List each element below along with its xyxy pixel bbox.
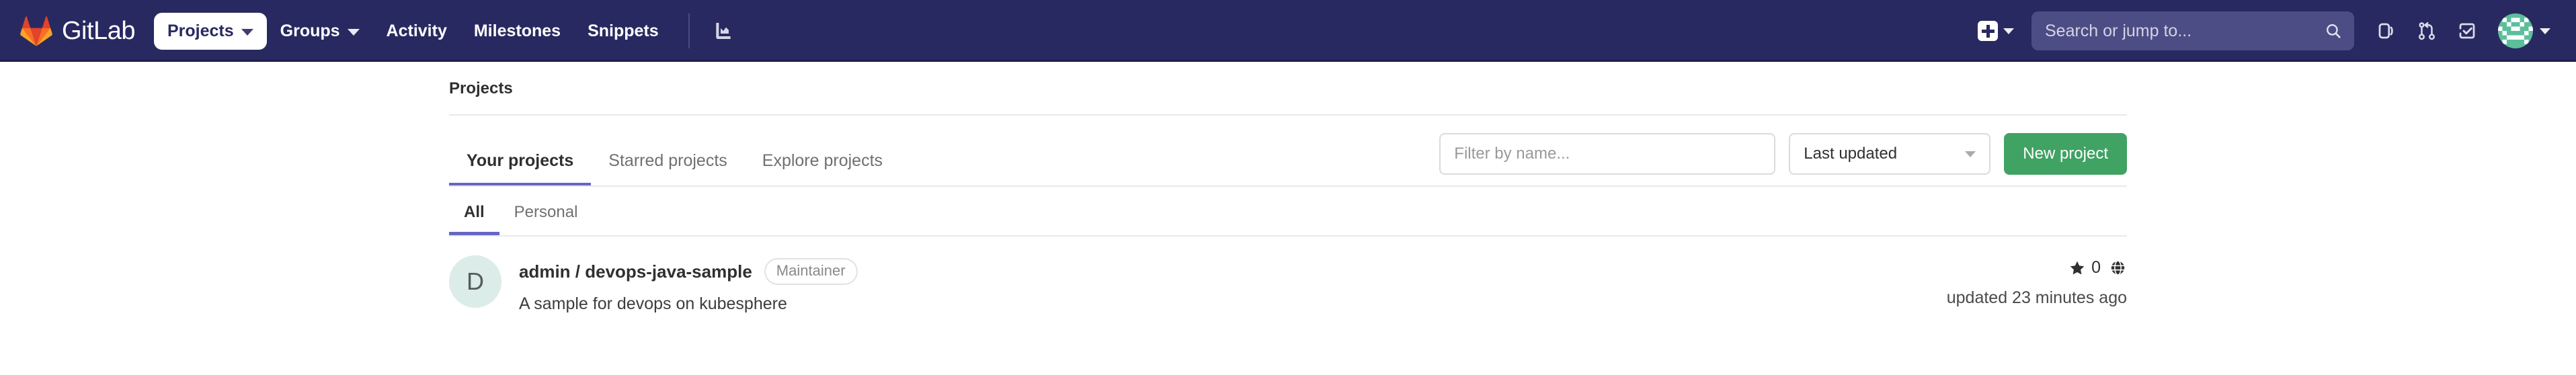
projects-toolbar: Last updated New project (1439, 133, 2127, 185)
chevron-down-icon (2540, 28, 2550, 34)
subtab-all[interactable]: All (449, 203, 499, 235)
chevron-down-icon (1965, 151, 1976, 157)
subtab-all-label: All (464, 203, 485, 221)
new-project-button[interactable]: New project (2004, 133, 2127, 175)
user-menu-button[interactable] (2489, 13, 2550, 48)
issues-icon (2378, 23, 2393, 39)
project-description: A sample for devops on kubesphere (519, 294, 787, 313)
table-row[interactable]: D admin / devops-java-sample Maintainer … (449, 237, 2127, 329)
gitlab-home-link[interactable]: GitLab (20, 15, 135, 46)
tab-your-projects[interactable]: Your projects (449, 151, 592, 185)
top-navbar: GitLab Projects Groups Activity Mileston… (0, 0, 2576, 62)
nav-item-snippets[interactable]: Snippets (574, 13, 672, 50)
navbar-divider (688, 13, 690, 48)
project-meta: 0 updated 23 minutes ago (1947, 255, 2127, 308)
todos-button[interactable] (2448, 12, 2486, 50)
tab-starred-projects[interactable]: Starred projects (591, 151, 744, 185)
nav-item-milestones[interactable]: Milestones (460, 13, 574, 50)
todos-icon (2459, 23, 2475, 39)
analytics-chart-icon (715, 23, 731, 39)
user-avatar (2498, 13, 2533, 48)
star-icon (2070, 261, 2085, 274)
navbar-left-section: GitLab Projects Groups Activity Mileston… (20, 0, 742, 62)
navbar-right-section (1971, 0, 2550, 62)
tab-your-projects-label: Your projects (467, 151, 574, 170)
nav-item-projects[interactable]: Projects (153, 12, 267, 50)
globe-icon (2110, 260, 2126, 276)
search-input[interactable] (2045, 21, 2325, 41)
nav-item-analytics[interactable] (705, 12, 742, 50)
project-info: admin / devops-java-sample Maintainer A … (519, 255, 1947, 314)
nav-item-snippets-label: Snippets (588, 21, 659, 40)
project-name-link[interactable]: admin / devops-java-sample (519, 261, 752, 282)
nav-item-groups[interactable]: Groups (267, 13, 373, 50)
brand-name: GitLab (62, 17, 135, 45)
gitlab-tanuki-logo (20, 16, 52, 46)
plus-square-icon (1978, 21, 1998, 41)
breadcrumb: Projects (449, 79, 513, 97)
nav-item-activity-label: Activity (386, 21, 447, 40)
sort-dropdown[interactable]: Last updated (1789, 133, 1991, 175)
tab-starred-projects-label: Starred projects (608, 151, 727, 170)
project-meta-top: 0 (1947, 258, 2127, 278)
filter-by-name-input[interactable] (1439, 133, 1776, 175)
sort-dropdown-value: Last updated (1804, 144, 1898, 163)
tab-explore-projects[interactable]: Explore projects (745, 151, 900, 185)
chevron-down-icon (347, 28, 360, 36)
search-icon (2327, 24, 2341, 38)
chevron-down-icon (241, 28, 253, 36)
merge-requests-icon (2419, 22, 2435, 40)
chevron-down-icon (2003, 28, 2014, 34)
project-title-row: admin / devops-java-sample Maintainer (519, 258, 1947, 285)
nav-item-milestones-label: Milestones (473, 21, 561, 40)
tab-explore-projects-label: Explore projects (762, 151, 883, 170)
page-body: Projects Your projects Starred projects … (0, 62, 2576, 329)
content-container: Projects Your projects Starred projects … (449, 62, 2127, 329)
nav-item-activity[interactable]: Activity (373, 13, 460, 50)
merge-requests-button[interactable] (2408, 12, 2446, 50)
create-new-button[interactable] (1971, 15, 2021, 46)
subtab-personal[interactable]: Personal (499, 203, 593, 235)
nav-item-groups-label: Groups (280, 21, 340, 40)
subtab-personal-label: Personal (514, 203, 578, 221)
nav-item-projects-label: Projects (167, 21, 234, 40)
status-badge: Maintainer (764, 258, 858, 285)
global-search-box[interactable] (2031, 11, 2354, 50)
project-star-count: 0 (2091, 258, 2101, 277)
project-avatar: D (449, 255, 501, 308)
projects-subtabs: All Personal (449, 187, 2127, 235)
projects-tabs-row: Your projects Starred projects Explore p… (449, 116, 2127, 185)
project-stars[interactable]: 0 (2068, 258, 2101, 278)
project-updated-time: updated 23 minutes ago (1946, 288, 2127, 307)
issues-button[interactable] (2368, 12, 2405, 50)
projects-tabs: Your projects Starred projects Explore p… (449, 151, 900, 185)
